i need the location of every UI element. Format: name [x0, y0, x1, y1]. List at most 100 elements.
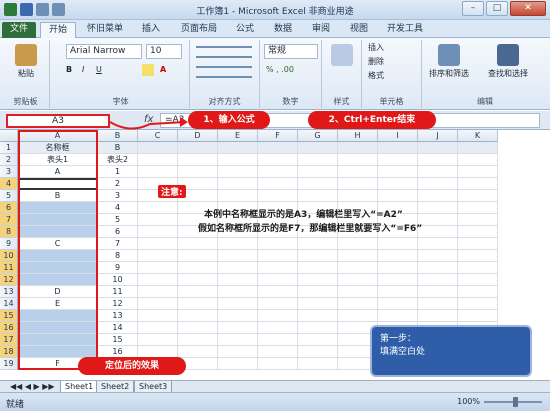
cell-d10[interactable]	[178, 250, 218, 262]
cell-j7[interactable]	[418, 214, 458, 226]
column-header-a[interactable]: A	[18, 130, 98, 142]
cell-b13[interactable]: 11	[98, 286, 138, 298]
find-select-button[interactable]: 查找和选择	[478, 44, 538, 79]
cell-c16[interactable]	[138, 322, 178, 334]
cell-e19[interactable]	[218, 358, 258, 370]
cell-h1[interactable]	[338, 142, 378, 154]
cell-i10[interactable]	[378, 250, 418, 262]
cell-c13[interactable]	[138, 286, 178, 298]
cell-b17[interactable]: 15	[98, 334, 138, 346]
cell-a14[interactable]: E	[18, 298, 98, 310]
cell-b16[interactable]: 14	[98, 322, 138, 334]
cell-d17[interactable]	[178, 334, 218, 346]
cell-e13[interactable]	[218, 286, 258, 298]
cell-k15[interactable]	[458, 310, 498, 322]
cell-a6[interactable]	[18, 202, 98, 214]
cell-f12[interactable]	[258, 274, 298, 286]
minimize-icon[interactable]: –	[462, 1, 484, 16]
cell-i4[interactable]	[378, 178, 418, 190]
close-icon[interactable]: ✕	[510, 1, 546, 16]
row-header[interactable]: 7	[0, 214, 18, 226]
styles-button[interactable]	[326, 44, 358, 68]
cell-i14[interactable]	[378, 298, 418, 310]
cell-c17[interactable]	[138, 334, 178, 346]
indent-icons[interactable]	[196, 66, 252, 78]
cell-g12[interactable]	[298, 274, 338, 286]
cell-e3[interactable]	[218, 166, 258, 178]
cell-e18[interactable]	[218, 346, 258, 358]
cell-i3[interactable]	[378, 166, 418, 178]
cell-a10[interactable]	[18, 250, 98, 262]
number-format-combo[interactable]: 常规	[264, 44, 318, 59]
row-header[interactable]: 13	[0, 286, 18, 298]
cell-j10[interactable]	[418, 250, 458, 262]
tab-formulas[interactable]: 公式	[230, 22, 260, 38]
column-header-j[interactable]: J	[418, 130, 458, 142]
cell-c12[interactable]	[138, 274, 178, 286]
cell-e9[interactable]	[218, 238, 258, 250]
percent-icon[interactable]: % , .00	[266, 64, 294, 76]
cell-c9[interactable]	[138, 238, 178, 250]
cell-b5[interactable]: 3	[98, 190, 138, 202]
cell-f10[interactable]	[258, 250, 298, 262]
cell-c10[interactable]	[138, 250, 178, 262]
row-header[interactable]: 18	[0, 346, 18, 358]
tab-review[interactable]: 审阅	[306, 22, 336, 38]
cell-j4[interactable]	[418, 178, 458, 190]
cell-i1[interactable]	[378, 142, 418, 154]
cell-f18[interactable]	[258, 346, 298, 358]
tab-classic-menu[interactable]: 怀旧菜单	[82, 22, 128, 38]
cell-a13[interactable]: D	[18, 286, 98, 298]
cell-e14[interactable]	[218, 298, 258, 310]
cell-g5[interactable]	[298, 190, 338, 202]
cell-h12[interactable]	[338, 274, 378, 286]
font-name-combo[interactable]: Arial Narrow	[66, 44, 142, 59]
cell-g11[interactable]	[298, 262, 338, 274]
cell-b3[interactable]: 1	[98, 166, 138, 178]
cell-g13[interactable]	[298, 286, 338, 298]
cell-e17[interactable]	[218, 334, 258, 346]
cell-g14[interactable]	[298, 298, 338, 310]
cell-a16[interactable]	[18, 322, 98, 334]
cell-c7[interactable]	[138, 214, 178, 226]
cell-j9[interactable]	[418, 238, 458, 250]
tab-developer[interactable]: 开发工具	[382, 22, 428, 38]
underline-button[interactable]: U	[96, 64, 102, 76]
cell-a5[interactable]: B	[18, 190, 98, 202]
cell-j13[interactable]	[418, 286, 458, 298]
row-header[interactable]: 5	[0, 190, 18, 202]
maximize-icon[interactable]: □	[486, 1, 508, 16]
cell-e5[interactable]	[218, 190, 258, 202]
cell-g19[interactable]	[298, 358, 338, 370]
cell-d12[interactable]	[178, 274, 218, 286]
format-cells-button[interactable]: 格式	[368, 70, 384, 82]
cell-h14[interactable]	[338, 298, 378, 310]
cell-f17[interactable]	[258, 334, 298, 346]
cell-f3[interactable]	[258, 166, 298, 178]
fill-color-icon[interactable]	[142, 64, 154, 76]
font-size-combo[interactable]: 10	[146, 44, 182, 59]
cell-d13[interactable]	[178, 286, 218, 298]
cell-b6[interactable]: 4	[98, 202, 138, 214]
cell-a7[interactable]	[18, 214, 98, 226]
cell-a4[interactable]	[18, 178, 98, 190]
cell-k9[interactable]	[458, 238, 498, 250]
row-header[interactable]: 14	[0, 298, 18, 310]
cell-e12[interactable]	[218, 274, 258, 286]
cell-j15[interactable]	[418, 310, 458, 322]
cell-g4[interactable]	[298, 178, 338, 190]
cell-d16[interactable]	[178, 322, 218, 334]
cell-k2[interactable]	[458, 154, 498, 166]
cell-f5[interactable]	[258, 190, 298, 202]
cell-b8[interactable]: 6	[98, 226, 138, 238]
column-header-b[interactable]: B	[98, 130, 138, 142]
cell-b11[interactable]: 9	[98, 262, 138, 274]
italic-button[interactable]: I	[82, 64, 84, 76]
cell-k14[interactable]	[458, 298, 498, 310]
cell-c2[interactable]	[138, 154, 178, 166]
row-header[interactable]: 17	[0, 334, 18, 346]
cell-b2[interactable]: 表头2	[98, 154, 138, 166]
font-color-icon[interactable]: A	[160, 64, 166, 76]
cell-b4[interactable]: 2	[98, 178, 138, 190]
cell-j1[interactable]	[418, 142, 458, 154]
